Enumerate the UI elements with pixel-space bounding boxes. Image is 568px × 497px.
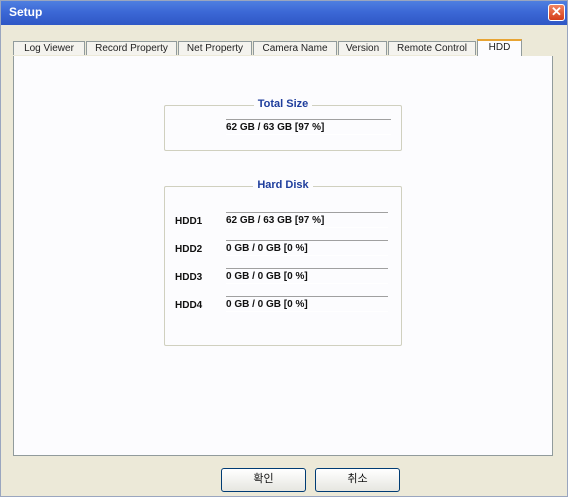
- tab-remote-control[interactable]: Remote Control: [388, 41, 476, 55]
- tab-log-viewer[interactable]: Log Viewer: [13, 41, 85, 55]
- hdd4-label: HDD4: [175, 300, 203, 311]
- total-size-group: Total Size 62 GB / 63 GB [97 %]: [164, 98, 402, 151]
- hdd1-value: 62 GB / 63 GB [97 %]: [226, 212, 388, 228]
- tab-version[interactable]: Version: [338, 41, 387, 55]
- hdd2-value: 0 GB / 0 GB [0 %]: [226, 240, 388, 256]
- ok-button[interactable]: 확인: [221, 468, 306, 492]
- title-bar[interactable]: Setup ✕: [1, 1, 567, 25]
- tab-hdd[interactable]: HDD: [477, 39, 522, 56]
- total-size-value: 62 GB / 63 GB [97 %]: [226, 119, 391, 135]
- hard-disk-legend: Hard Disk: [253, 179, 313, 191]
- tab-record-property[interactable]: Record Property: [86, 41, 177, 55]
- hdd3-value: 0 GB / 0 GB [0 %]: [226, 268, 388, 284]
- tab-camera-name[interactable]: Camera Name: [253, 41, 337, 55]
- hdd1-label: HDD1: [175, 216, 203, 227]
- hard-disk-group: Hard Disk HDD1 62 GB / 63 GB [97 %] HDD2…: [164, 179, 402, 346]
- setup-window: Setup ✕ Log Viewer Record Property Net P…: [0, 0, 568, 497]
- tab-net-property[interactable]: Net Property: [178, 41, 252, 55]
- hdd2-label: HDD2: [175, 244, 203, 255]
- tab-bar: Log Viewer Record Property Net Property …: [13, 39, 553, 57]
- hdd4-value: 0 GB / 0 GB [0 %]: [226, 296, 388, 312]
- hdd3-label: HDD3: [175, 272, 203, 283]
- cancel-button[interactable]: 취소: [315, 468, 400, 492]
- window-title: Setup: [9, 5, 43, 19]
- hdd-panel: Total Size 62 GB / 63 GB [97 %] Hard Dis…: [13, 56, 553, 456]
- total-size-legend: Total Size: [253, 98, 313, 110]
- close-icon[interactable]: ✕: [548, 4, 565, 21]
